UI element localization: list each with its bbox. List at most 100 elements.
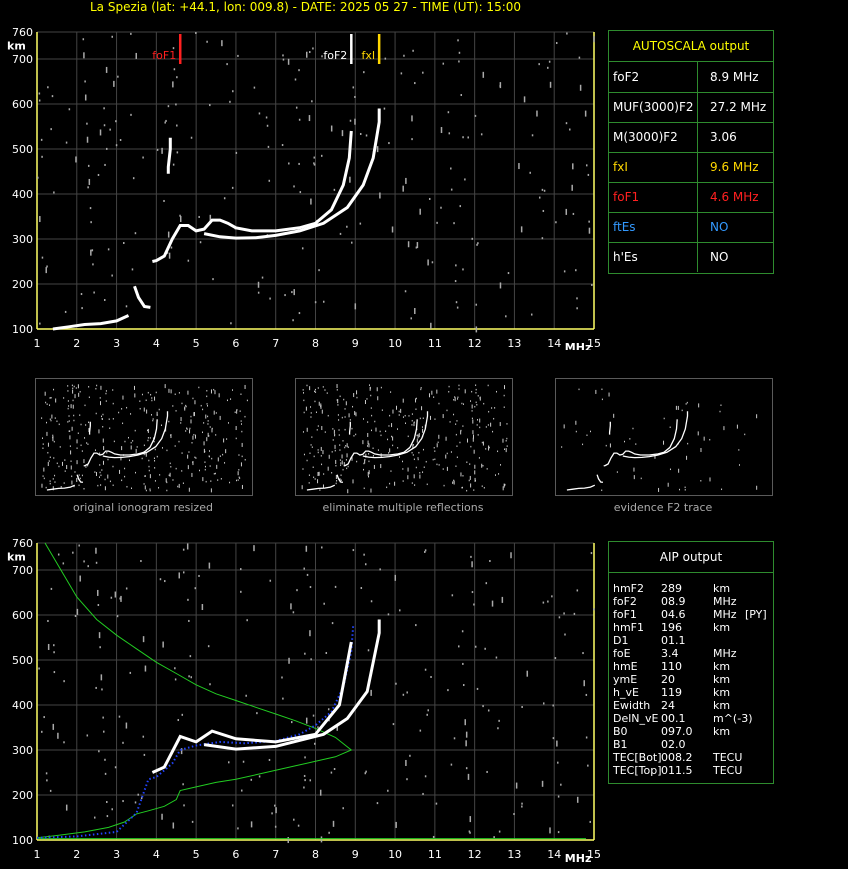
thumbnail-noise-dot xyxy=(336,384,338,389)
trace-series-1 xyxy=(133,285,151,309)
thumbnail-noise-dot xyxy=(349,419,351,421)
thumbnail-noise-dot xyxy=(448,390,450,393)
thumbnail-noise-dot xyxy=(77,384,79,389)
thumbnail-noise-dot xyxy=(99,452,101,455)
thumbnail-noise-dot xyxy=(686,455,688,460)
noise-dot xyxy=(312,47,314,50)
aip-value: 110 xyxy=(661,660,682,673)
x-tick-label: 13 xyxy=(507,337,521,350)
thumbnail-noise-dot xyxy=(100,385,102,390)
thumbnail-noise-dot xyxy=(112,465,114,468)
thumbnail-noise-dot xyxy=(161,447,163,449)
noise-dot xyxy=(370,600,373,603)
thumbnail-noise-dot xyxy=(561,446,563,448)
noise-dot xyxy=(526,670,529,677)
thumbnail-noise-dot xyxy=(481,463,483,468)
x-tick-label: 3 xyxy=(113,848,120,861)
noise-dot xyxy=(585,736,588,739)
thumbnail-noise-dot xyxy=(340,464,342,466)
thumbnail-noise-dot xyxy=(392,444,394,447)
thumbnail-noise-dot xyxy=(364,400,366,405)
noise-dot xyxy=(313,156,316,159)
noise-dot xyxy=(231,804,234,807)
thumbnail-noise-dot xyxy=(452,481,454,483)
thumbnail-noise-dot xyxy=(206,437,208,442)
thumbnail-noise-dot xyxy=(418,451,420,454)
noise-dot xyxy=(40,138,43,141)
thumbnail-noise-dot xyxy=(684,489,686,491)
noise-dot xyxy=(354,303,357,310)
y-tick-label: 600 xyxy=(12,609,33,622)
noise-dot xyxy=(101,688,103,691)
thumbnail-noise-dot xyxy=(181,452,183,454)
noise-dot xyxy=(319,789,322,796)
noise-dot xyxy=(405,177,407,184)
thumbnail-noise-dot xyxy=(375,427,377,432)
noise-dot xyxy=(284,294,286,297)
y-tick-label: 200 xyxy=(12,278,33,291)
noise-dot xyxy=(173,68,176,71)
thumbnail-noise-dot xyxy=(206,403,208,405)
noise-dot xyxy=(587,173,590,176)
noise-dot xyxy=(557,831,560,834)
noise-dot xyxy=(352,549,355,552)
aip-unit: MHz xyxy=(713,608,737,621)
noise-dot xyxy=(455,301,458,304)
thumbnail-noise-dot xyxy=(605,444,607,447)
noise-dot xyxy=(288,657,290,664)
thumbnail-noise-dot xyxy=(79,477,81,480)
noise-dot xyxy=(578,56,581,59)
noise-dot xyxy=(290,721,293,724)
thumbnail-noise-dot xyxy=(442,414,444,419)
thumbnail-noise-dot xyxy=(321,463,323,466)
noise-dot xyxy=(564,633,566,636)
thumbnail-noise-dot xyxy=(417,434,419,439)
thumbnail-noise-dot xyxy=(158,408,160,411)
autoscala-key: fxI xyxy=(613,160,628,174)
thumbnail-noise-dot xyxy=(419,472,421,474)
thumbnail-noise-dot xyxy=(67,407,69,410)
noise-dot xyxy=(258,775,261,778)
thumbnail-noise-dot xyxy=(503,406,505,408)
noise-dot xyxy=(450,763,453,766)
noise-dot xyxy=(323,602,325,605)
noise-dot xyxy=(103,730,105,733)
aip-unit: km xyxy=(713,725,731,738)
thumbnail-noise-dot xyxy=(207,423,209,425)
thumbnail-noise-dot xyxy=(316,429,318,431)
noise-dot xyxy=(591,283,593,286)
thumbnail-noise-dot xyxy=(344,446,346,449)
thumbnail-noise-dot xyxy=(608,392,610,397)
thumbnail-noise-dot xyxy=(67,421,69,423)
thumbnail-noise-dot xyxy=(433,396,435,398)
thumbnail-noise-dot xyxy=(422,428,424,433)
aip-name: DelN_vE xyxy=(613,712,659,725)
aip-name: foE xyxy=(613,647,631,660)
thumbnail-noise-dot xyxy=(104,478,106,481)
noise-dot xyxy=(107,248,110,251)
noise-dot xyxy=(170,246,173,249)
thumbnail-noise-dot xyxy=(202,477,204,482)
thumbnail-noise-dot xyxy=(83,488,85,490)
thumbnail-noise-dot xyxy=(633,467,635,472)
thumbnail-noise-dot xyxy=(220,478,222,480)
noise-dot xyxy=(91,249,94,252)
noise-dot xyxy=(92,263,94,266)
noise-dot xyxy=(116,615,119,618)
noise-dot xyxy=(129,671,132,674)
thumbnail-noise-dot xyxy=(685,403,687,405)
thumbnail-noise-dot xyxy=(482,464,484,467)
x-tick-label: 5 xyxy=(193,848,200,861)
thumbnail-noise-dot xyxy=(121,446,123,451)
noise-dot xyxy=(68,108,71,111)
thumbnail-noise-dot xyxy=(411,482,413,484)
noise-dot xyxy=(549,827,551,834)
noise-dot xyxy=(287,837,289,844)
thumbnail-noise-dot xyxy=(94,449,96,451)
thumbnail-noise-dot xyxy=(152,419,154,422)
thumbnail-noise-dot xyxy=(372,447,374,450)
thumbnail-noise-dot xyxy=(144,475,146,477)
noise-dot xyxy=(308,51,311,54)
noise-dot xyxy=(352,86,355,89)
noise-dot xyxy=(274,804,276,807)
